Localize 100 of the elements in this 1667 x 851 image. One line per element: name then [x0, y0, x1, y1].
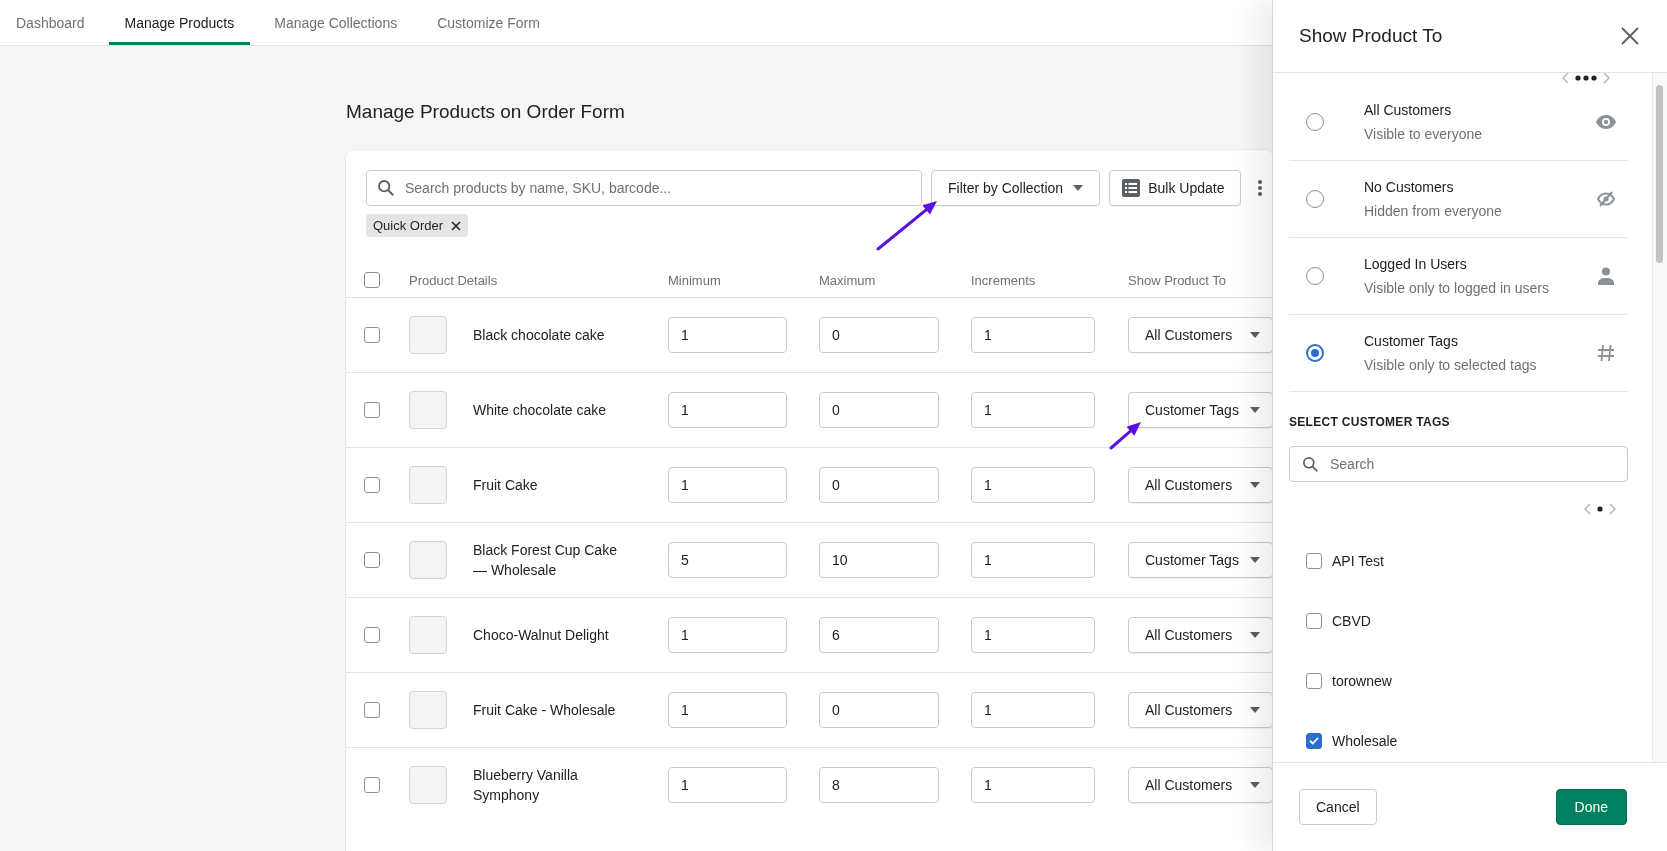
visibility-dropdown[interactable]: Customer Tags: [1128, 392, 1273, 428]
minimum-field[interactable]: 5: [668, 542, 787, 578]
minimum-field[interactable]: 1: [668, 767, 787, 803]
maximum-field[interactable]: 0: [819, 467, 939, 503]
chevron-right-icon[interactable]: [1603, 73, 1610, 84]
chevron-left-icon[interactable]: [1562, 73, 1569, 84]
photo-placeholder: [409, 466, 447, 504]
person-icon: [1598, 267, 1614, 285]
row-checkbox[interactable]: [364, 402, 380, 418]
increments-field[interactable]: 1: [971, 617, 1095, 653]
done-button[interactable]: Done: [1555, 789, 1627, 825]
row-checkbox[interactable]: [364, 627, 380, 643]
search-field[interactable]: Search products by name, SKU, barcode...: [366, 170, 922, 206]
tag-checkbox[interactable]: [1306, 733, 1322, 749]
maximum-field[interactable]: 10: [819, 542, 939, 578]
scrollbar-thumb[interactable]: [1656, 85, 1663, 263]
nav-tab[interactable]: Manage Collections: [258, 0, 414, 45]
panel-title: Show Product To: [1299, 25, 1443, 47]
visibility-dropdown[interactable]: All Customers: [1128, 692, 1273, 728]
column-header: Increments: [971, 273, 1037, 288]
column-header: Maximum: [819, 273, 877, 288]
row-checkbox[interactable]: [364, 327, 380, 343]
option-title: All Customers: [1364, 102, 1453, 118]
tag-label: API Test: [1332, 553, 1384, 569]
nav-tab[interactable]: Dashboard: [0, 0, 101, 45]
column-header: Product Details: [409, 273, 499, 288]
hash-icon: [1597, 344, 1615, 362]
product-name: Fruit Cake - Wholesale: [473, 701, 617, 720]
option-description: Visible only to selected tags: [1364, 357, 1538, 373]
photo-placeholder: [409, 766, 447, 804]
maximum-field[interactable]: 0: [819, 317, 939, 353]
radio-button[interactable]: [1306, 113, 1324, 131]
close-icon: [1621, 27, 1639, 45]
chevron-right-icon[interactable]: [1609, 503, 1616, 515]
check-icon: [1308, 735, 1320, 747]
increments-field[interactable]: 1: [971, 317, 1095, 353]
search-icon: [1302, 456, 1319, 473]
radio-button[interactable]: [1306, 267, 1324, 285]
product-name: Fruit Cake: [473, 476, 539, 495]
photo-placeholder: [409, 391, 447, 429]
photo-placeholder: [409, 691, 447, 729]
minimum-field[interactable]: 1: [668, 392, 787, 428]
option-title: No Customers: [1364, 179, 1455, 195]
increments-field[interactable]: 1: [971, 692, 1095, 728]
visibility-dropdown[interactable]: All Customers: [1128, 467, 1273, 503]
increments-field[interactable]: 1: [971, 542, 1095, 578]
close-icon: [451, 220, 462, 231]
tag-search-field[interactable]: Search: [1289, 446, 1628, 482]
more-icon[interactable]: [1258, 179, 1263, 197]
tag-checkbox[interactable]: [1306, 673, 1322, 689]
select-all-checkbox[interactable]: [364, 272, 380, 288]
bulk-update-button[interactable]: Bulk Update: [1109, 170, 1242, 206]
row-checkbox[interactable]: [364, 477, 380, 493]
tag-checkbox[interactable]: [1306, 553, 1322, 569]
visibility-dropdown[interactable]: All Customers: [1128, 617, 1273, 653]
row-checkbox[interactable]: [364, 552, 380, 568]
tag-checkbox[interactable]: [1306, 613, 1322, 629]
minimum-field[interactable]: 1: [668, 467, 787, 503]
radio-button[interactable]: [1306, 344, 1324, 362]
caret-icon: [1250, 482, 1260, 488]
caret-icon: [1250, 632, 1260, 638]
row-checkbox[interactable]: [364, 777, 380, 793]
maximum-field[interactable]: 8: [819, 767, 939, 803]
column-header: Minimum: [668, 273, 722, 288]
caret-icon: [1250, 707, 1260, 713]
increments-field[interactable]: 1: [971, 467, 1095, 503]
maximum-field[interactable]: 6: [819, 617, 939, 653]
filter-dropdown[interactable]: Filter by Collection: [931, 170, 1101, 206]
visibility-dropdown[interactable]: All Customers: [1128, 767, 1273, 803]
eye-slash-icon: [1597, 191, 1615, 207]
chevron-left-icon[interactable]: [1584, 503, 1591, 515]
close-button[interactable]: [1621, 27, 1639, 45]
cancel-button[interactable]: Cancel: [1299, 789, 1377, 825]
radio-button[interactable]: [1306, 190, 1324, 208]
row-checkbox[interactable]: [364, 702, 380, 718]
nav-tab[interactable]: Customize Form: [421, 0, 556, 45]
minimum-field[interactable]: 1: [668, 317, 787, 353]
maximum-field[interactable]: 0: [819, 392, 939, 428]
minimum-field[interactable]: 1: [668, 692, 787, 728]
pager-dots-icon: [1597, 506, 1603, 512]
product-name: White chocolate cake: [473, 401, 608, 420]
product-name: Choco-Walnut Delight: [473, 626, 610, 645]
caret-icon: [1250, 557, 1260, 563]
option-description: Visible to everyone: [1364, 126, 1484, 142]
visibility-dropdown[interactable]: All Customers: [1128, 317, 1273, 353]
pager-dots-icon: [1575, 75, 1597, 81]
search-icon: [377, 179, 395, 197]
photo-placeholder: [409, 316, 447, 354]
visibility-dropdown[interactable]: Customer Tags: [1128, 542, 1273, 578]
increments-field[interactable]: 1: [971, 392, 1095, 428]
tag-label: CBVD: [1332, 613, 1371, 629]
minimum-field[interactable]: 1: [668, 617, 787, 653]
nav-tab[interactable]: Manage Products: [108, 0, 251, 45]
increments-field[interactable]: 1: [971, 767, 1095, 803]
maximum-field[interactable]: 0: [819, 692, 939, 728]
tag-label: Wholesale: [1332, 733, 1398, 749]
remove-chip-button[interactable]: [451, 220, 462, 231]
product-name: Blueberry Vanilla Symphony: [473, 766, 579, 805]
column-header: Show Product To: [1128, 273, 1228, 288]
eye-icon: [1596, 115, 1616, 129]
